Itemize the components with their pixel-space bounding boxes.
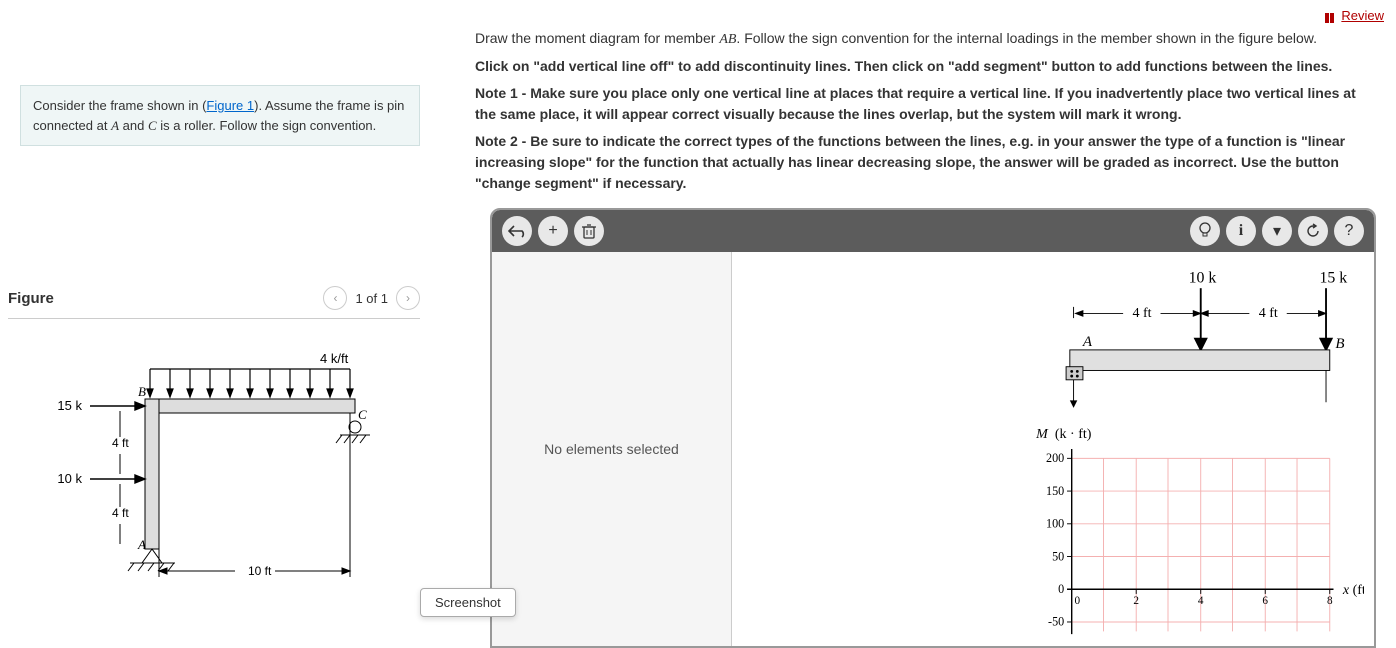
- review-link[interactable]: Review: [1325, 8, 1384, 23]
- hint-button[interactable]: [1190, 216, 1220, 246]
- reset-button[interactable]: [1298, 216, 1328, 246]
- svg-text:100: 100: [1046, 517, 1064, 531]
- svg-text:C: C: [358, 407, 367, 422]
- canvas-area[interactable]: 10 k 15 k 4 ft 4 ft: [732, 252, 1374, 646]
- svg-text:M: M: [1035, 427, 1049, 442]
- svg-text:0: 0: [1075, 595, 1081, 607]
- workspace-toolbar: + i ▾ ?: [492, 210, 1374, 252]
- svg-text:x (ft): x (ft): [1342, 583, 1364, 598]
- svg-text:B: B: [138, 384, 146, 399]
- figure-link[interactable]: Figure 1: [206, 98, 254, 113]
- figure-counter: 1 of 1: [355, 291, 388, 306]
- intro-text: Consider the frame shown in (: [33, 98, 206, 113]
- svg-text:(k · ft): (k · ft): [1055, 427, 1092, 442]
- figure-nav: ‹ 1 of 1 ›: [323, 286, 420, 310]
- instructions: Draw the moment diagram for member AB. F…: [475, 28, 1376, 194]
- screenshot-tooltip: Screenshot: [420, 588, 516, 617]
- svg-text:150: 150: [1046, 484, 1064, 498]
- svg-text:4 ft: 4 ft: [112, 436, 129, 450]
- drawing-workspace: + i ▾ ? No elements selected: [490, 208, 1376, 648]
- review-icon: [1325, 11, 1337, 21]
- dist-load-label: 4 k/ft: [320, 351, 349, 366]
- svg-text:8: 8: [1327, 595, 1333, 607]
- svg-text:4: 4: [1198, 595, 1204, 607]
- figure-next-button[interactable]: ›: [396, 286, 420, 310]
- dropdown-button[interactable]: ▾: [1262, 216, 1292, 246]
- svg-text:200: 200: [1046, 451, 1064, 465]
- selection-sidebar: No elements selected: [492, 252, 732, 646]
- svg-text:4 ft: 4 ft: [112, 506, 129, 520]
- svg-text:50: 50: [1052, 549, 1064, 563]
- svg-text:B: B: [1335, 336, 1344, 352]
- problem-intro: Consider the frame shown in (Figure 1). …: [20, 85, 420, 146]
- svg-text:10 k: 10 k: [57, 471, 82, 486]
- add-button[interactable]: +: [538, 216, 568, 246]
- no-selection-label: No elements selected: [544, 441, 679, 457]
- svg-text:6: 6: [1262, 595, 1268, 607]
- svg-text:15 k: 15 k: [1319, 270, 1347, 287]
- delete-button[interactable]: [574, 216, 604, 246]
- svg-text:A: A: [137, 537, 146, 552]
- svg-text:-50: -50: [1048, 615, 1064, 629]
- undo-button[interactable]: [502, 216, 532, 246]
- svg-text:4 ft: 4 ft: [1259, 306, 1278, 321]
- svg-text:4 ft: 4 ft: [1132, 306, 1151, 321]
- svg-text:A: A: [1082, 334, 1093, 350]
- help-button[interactable]: ?: [1334, 216, 1364, 246]
- svg-text:10 k: 10 k: [1189, 270, 1217, 287]
- figure-prev-button[interactable]: ‹: [323, 286, 347, 310]
- figure-diagram: 4 k/ft B C A 15 k: [20, 349, 420, 599]
- figure-title: Figure: [8, 290, 54, 307]
- svg-text:0: 0: [1058, 582, 1064, 596]
- svg-text:10 ft: 10 ft: [248, 564, 272, 578]
- svg-text:15 k: 15 k: [57, 398, 82, 413]
- info-button[interactable]: i: [1226, 216, 1256, 246]
- svg-text:2: 2: [1133, 595, 1139, 607]
